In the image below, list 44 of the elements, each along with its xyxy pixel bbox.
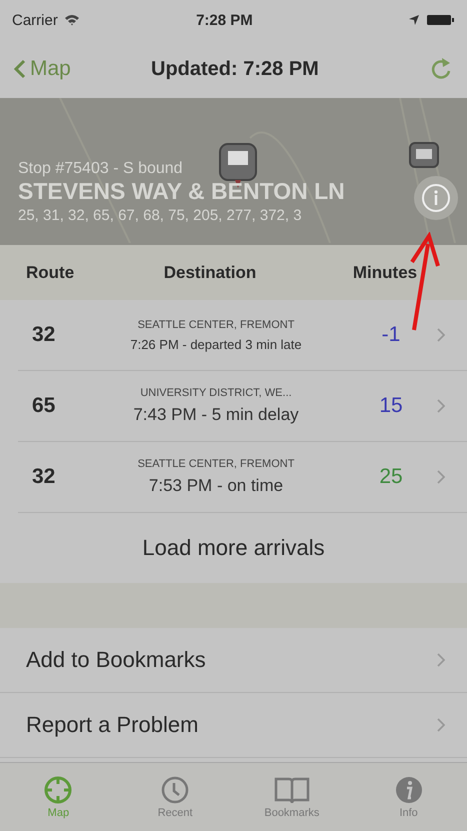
destination-name: SEATTLE CENTER, FREMONT xyxy=(138,458,294,470)
carrier-label: Carrier xyxy=(12,12,58,28)
info-button[interactable] xyxy=(414,176,458,220)
status-time: 7:28 PM xyxy=(195,12,254,28)
column-header: Route xyxy=(25,262,76,282)
chevron-icon xyxy=(437,653,445,667)
location-arrow-icon xyxy=(409,15,419,25)
minutes-value: 15 xyxy=(378,394,404,418)
action-label: Report a Problem xyxy=(26,712,198,738)
arrival-row[interactable]: 32 SEATTLE CENTER, FREMONT 7:26 PM - departed 3 min late -1 xyxy=(18,300,467,371)
load-more-button[interactable]: Load more arrivals xyxy=(0,513,467,583)
chevron-icon xyxy=(437,399,445,413)
action-label: Add to Bookmarks xyxy=(26,647,206,673)
wifi-icon xyxy=(64,14,80,26)
arrival-row[interactable]: 65 UNIVERSITY DISTRICT, WE... 7:43 PM - 5 min delay 15 xyxy=(18,371,467,442)
crosshair-icon xyxy=(43,775,74,805)
stop-name: STEVENS WAY & BENTON LN xyxy=(18,178,345,205)
battery-icon xyxy=(427,14,455,26)
minutes-value: -1 xyxy=(380,323,402,347)
route-number: 32 xyxy=(31,465,56,489)
chevron-icon xyxy=(437,470,445,484)
arrival-status: 7:26 PM - departed 3 min late xyxy=(130,336,302,352)
chevron-icon xyxy=(437,328,445,342)
info-icon xyxy=(394,775,424,805)
column-header: Destination xyxy=(162,262,258,282)
arrival-status: 7:43 PM - 5 min delay xyxy=(133,405,299,425)
clock-icon xyxy=(160,775,190,805)
minutes-value: 25 xyxy=(378,465,404,489)
column-header: Minutes xyxy=(352,262,418,282)
destination-name: SEATTLE CENTER, FREMONT xyxy=(138,318,294,330)
arrival-row[interactable]: 32 SEATTLE CENTER, FREMONT 7:53 PM - on time 25 xyxy=(18,442,467,513)
chevron-icon xyxy=(437,718,445,732)
action-row[interactable]: Report a Problem xyxy=(0,693,467,758)
route-number: 65 xyxy=(31,394,56,418)
destination-name: UNIVERSITY DISTRICT, WE... xyxy=(140,387,292,399)
back-chevron-icon xyxy=(14,59,26,79)
book-icon xyxy=(274,775,310,805)
bus-stop-icon xyxy=(409,142,439,168)
stop-number: Stop #75403 - S bound xyxy=(18,160,184,178)
arrival-status: 7:53 PM - on time xyxy=(148,476,284,496)
nav-title: Updated: 7:28 PM xyxy=(150,58,320,80)
action-row[interactable]: Add to Bookmarks xyxy=(0,628,467,693)
route-number: 32 xyxy=(31,323,56,347)
stop-routes: 25, 31, 32, 65, 67, 68, 75, 205, 277, 372, 3 xyxy=(18,207,303,224)
